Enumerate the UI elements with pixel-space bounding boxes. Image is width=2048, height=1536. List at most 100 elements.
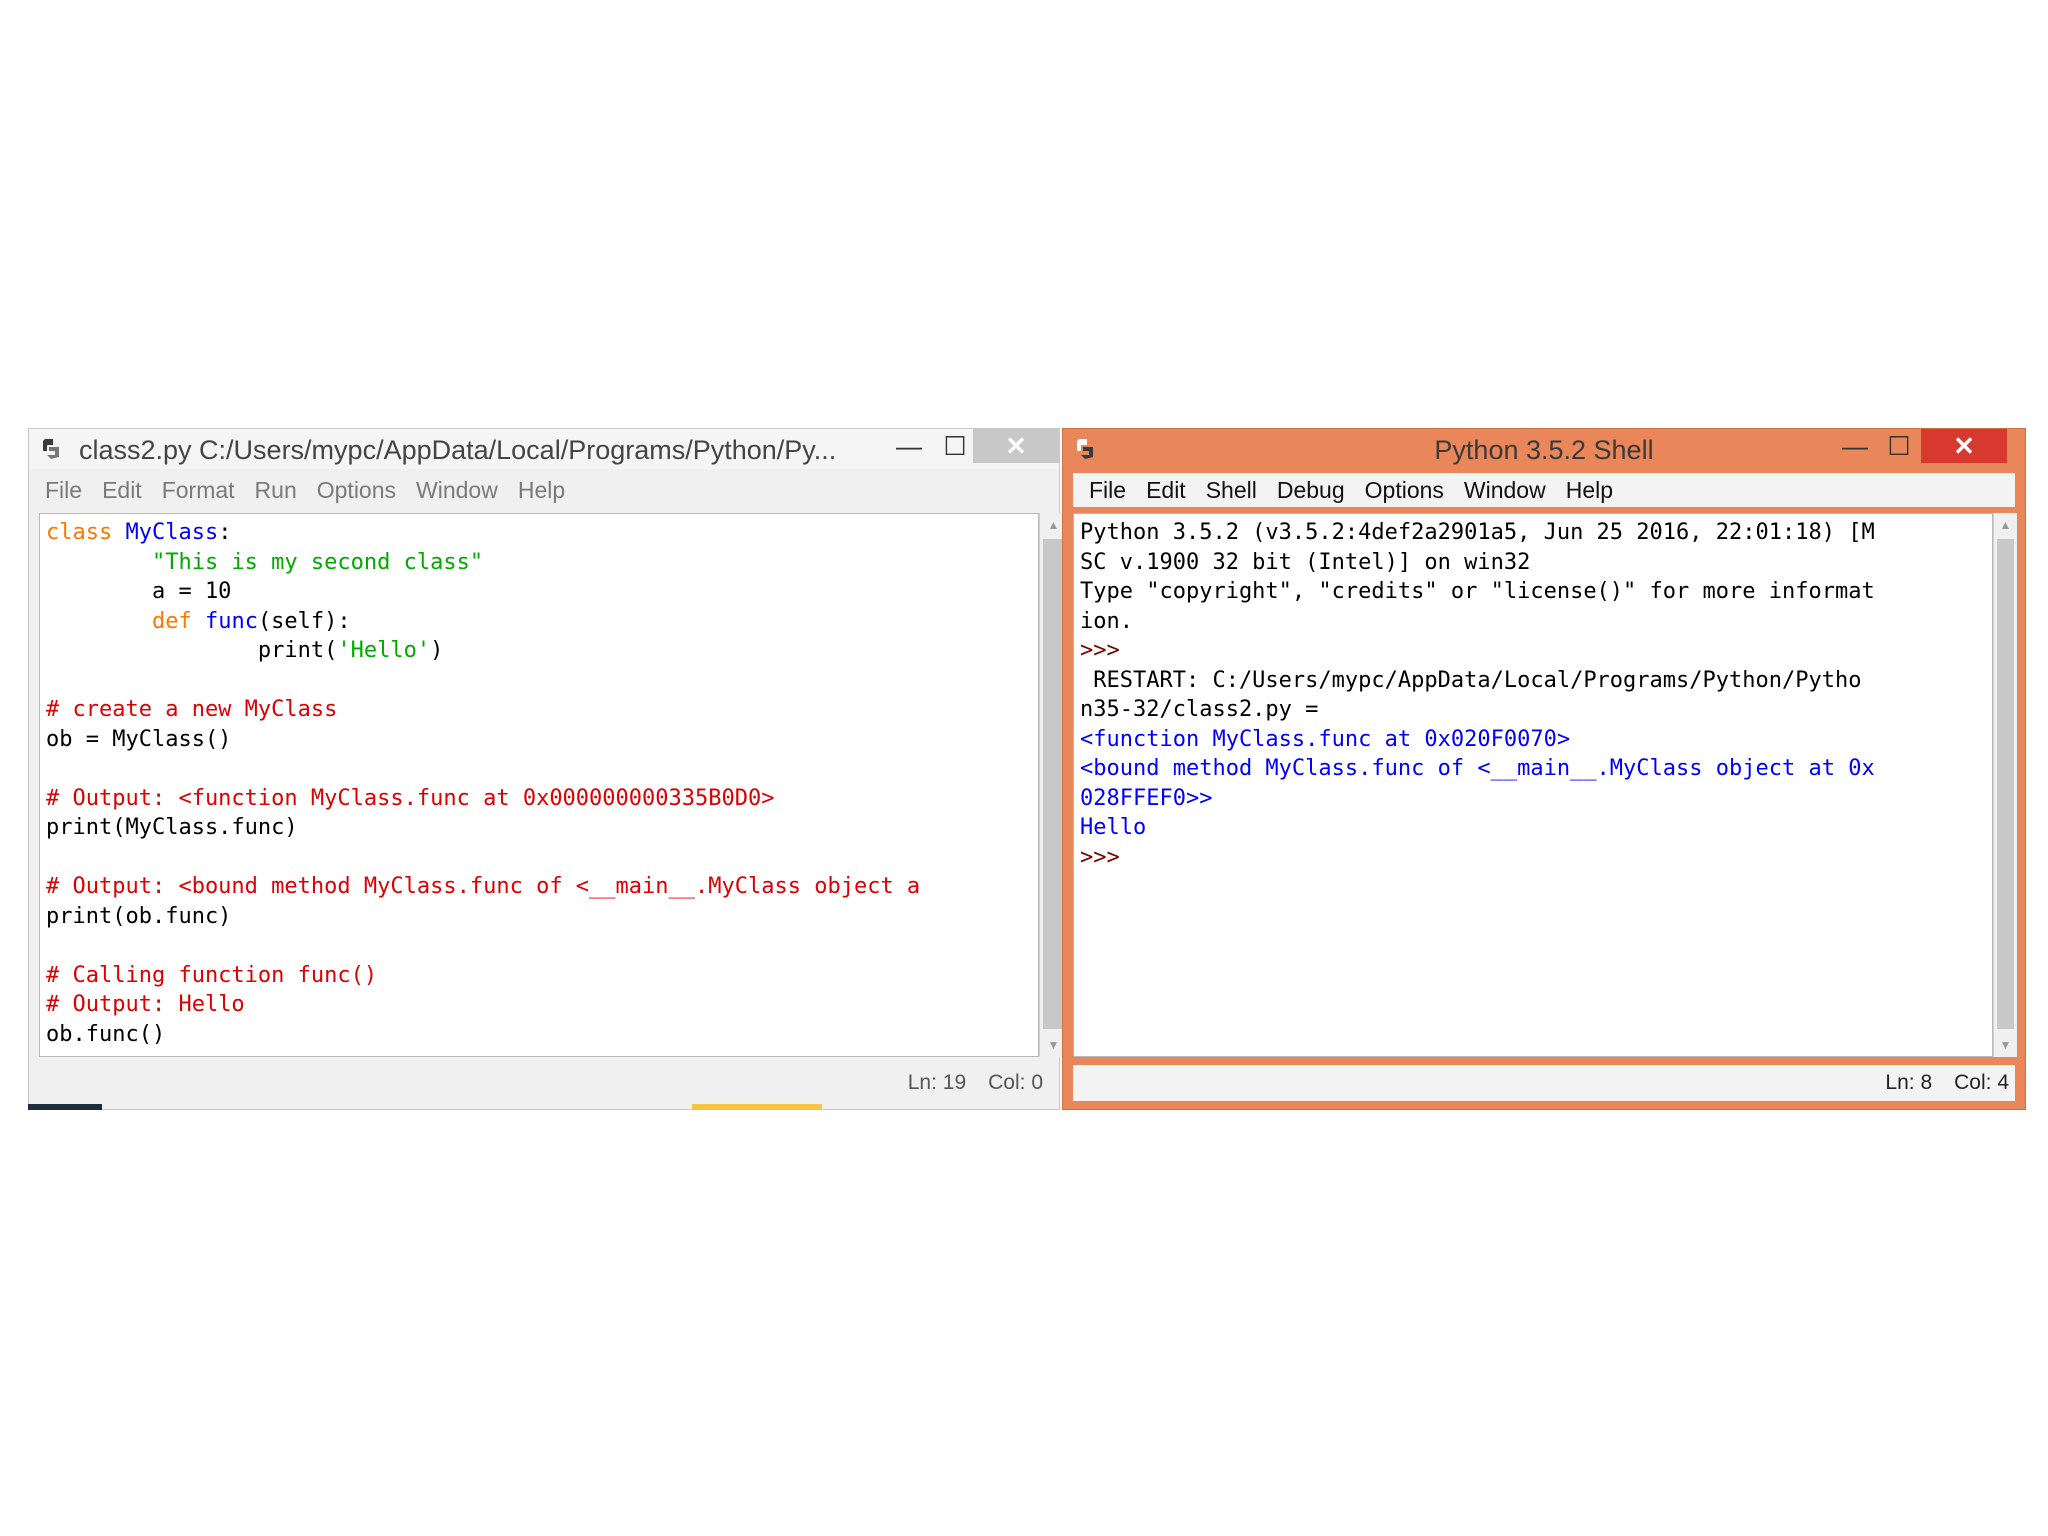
code-token: print(ob.func): [46, 903, 232, 929]
editor-menu-edit[interactable]: Edit: [102, 477, 142, 504]
editor-window[interactable]: class2.py C:/Users/mypc/AppData/Local/Pr…: [28, 428, 1067, 1110]
shell-menu-window[interactable]: Window: [1464, 477, 1546, 504]
shell-menu-file[interactable]: File: [1089, 477, 1126, 504]
code-token: # Output: <function MyClass.func at 0x00…: [46, 785, 775, 811]
code-token: ob.func(): [46, 1021, 166, 1047]
code-token: a = 10: [46, 579, 232, 604]
shell-menu-help[interactable]: Help: [1566, 477, 1613, 504]
shell-line: SC v.1900 32 bit (Intel)] on win32: [1080, 548, 1986, 578]
shell-window[interactable]: Python 3.5.2 Shell — ☐ ✕ File Edit Shell De…: [1062, 428, 2026, 1110]
code-token: 028FFEF0>>: [1080, 785, 1213, 811]
code-token: Python 3.5.2 (v3.5.2:4def2a2901a5, Jun 2…: [1080, 520, 1875, 545]
editor-statusbar: Ln: 19 Col: 0: [39, 1065, 1049, 1101]
shell-menu-shell[interactable]: Shell: [1206, 477, 1257, 504]
code-token: class: [46, 520, 126, 545]
close-button[interactable]: ✕: [1921, 429, 2007, 463]
code-token: # create a new MyClass: [46, 697, 338, 722]
code-token: def: [46, 608, 205, 634]
column-indicator: Col: 0: [988, 1071, 1043, 1094]
code-token: (self):: [257, 608, 351, 634]
code-line: # Output: Hello: [46, 990, 1032, 1020]
scroll-up-icon[interactable]: ▲: [1994, 513, 2017, 537]
shell-menu-debug[interactable]: Debug: [1277, 477, 1345, 504]
line-indicator: Ln: 19: [907, 1071, 967, 1094]
shell-line: Python 3.5.2 (v3.5.2:4def2a2901a5, Jun 2…: [1080, 518, 1986, 548]
code-line: a = 10: [46, 577, 1032, 607]
taskbar-strip: [28, 1104, 102, 1110]
shell-line: <function MyClass.func at 0x020F0070>: [1080, 725, 1986, 755]
code-token: n35-32/class2.py =: [1080, 697, 1319, 722]
editor-menu-run[interactable]: Run: [255, 477, 297, 504]
close-icon: ✕: [1005, 430, 1027, 461]
shell-output[interactable]: Python 3.5.2 (v3.5.2:4def2a2901a5, Jun 2…: [1073, 513, 1993, 1057]
code-token: # Output: Hello: [46, 992, 245, 1017]
maximize-icon: ☐: [1887, 430, 1911, 461]
code-token: func: [204, 608, 258, 634]
code-token: SC v.1900 32 bit (Intel)] on win32: [1080, 549, 1531, 575]
shell-line: n35-32/class2.py =: [1080, 695, 1986, 725]
maximize-button[interactable]: ☐: [1879, 429, 1919, 463]
code-token: >>>: [1080, 638, 1133, 663]
line-indicator: Ln: 8: [1885, 1071, 1933, 1094]
code-line: # Output: <bound method MyClass.func of …: [46, 872, 1032, 902]
shell-statusbar: Ln: 8 Col: 4: [1073, 1065, 2015, 1101]
code-token: :: [218, 520, 232, 545]
column-indicator: Col: 4: [1954, 1071, 2009, 1094]
code-line: ob = MyClass(): [46, 725, 1032, 755]
code-token: ): [430, 638, 444, 663]
code-line: # create a new MyClass: [46, 695, 1032, 725]
editor-menubar: File Edit Format Run Options Window Help: [29, 473, 1059, 507]
shell-menu-edit[interactable]: Edit: [1146, 477, 1186, 504]
code-token: <function MyClass.func at 0x020F0070>: [1080, 726, 1571, 752]
code-token: print(MyClass.func): [46, 815, 298, 840]
taskbar-strip-highlight: [692, 1104, 822, 1110]
code-token: # Calling function func(): [46, 962, 378, 988]
code-line: def func(self):: [46, 607, 1032, 637]
editor-menu-options[interactable]: Options: [317, 477, 396, 504]
minimize-button[interactable]: —: [889, 429, 929, 463]
code-line: # Output: <function MyClass.func at 0x00…: [46, 784, 1032, 814]
editor-menu-window[interactable]: Window: [416, 477, 498, 504]
maximize-icon: ☐: [943, 430, 967, 461]
scroll-thumb[interactable]: [1043, 539, 1064, 1029]
minimize-button[interactable]: —: [1835, 429, 1875, 463]
editor-title: class2.py C:/Users/mypc/AppData/Local/Pr…: [79, 435, 837, 465]
shell-line: RESTART: C:/Users/mypc/AppData/Local/Pro…: [1080, 666, 1986, 696]
code-token: 'Hello': [337, 638, 431, 663]
python-idle-icon: [43, 439, 59, 459]
code-token: print(: [46, 638, 338, 663]
code-token: >>>: [1080, 844, 1133, 870]
close-button[interactable]: ✕: [973, 429, 1059, 463]
shell-vertical-scrollbar[interactable]: ▲ ▼: [1993, 513, 2017, 1057]
maximize-button[interactable]: ☐: [935, 429, 975, 463]
code-token: Type "copyright", "credits" or "license(…: [1080, 579, 1875, 604]
scroll-thumb[interactable]: [1997, 539, 2014, 1029]
code-token: RESTART: C:/Users/mypc/AppData/Local/Pro…: [1080, 667, 1862, 693]
code-token: # Output: <bound method MyClass.func of …: [46, 874, 921, 899]
editor-menu-help[interactable]: Help: [518, 477, 565, 504]
minimize-icon: —: [1842, 430, 1868, 461]
code-token: Hello: [1080, 815, 1147, 840]
editor-menu-format[interactable]: Format: [162, 477, 235, 504]
code-token: ion.: [1080, 608, 1133, 634]
shell-line: Type "copyright", "credits" or "license(…: [1080, 577, 1986, 607]
scroll-down-icon[interactable]: ▼: [1994, 1033, 2017, 1057]
code-line: "This is my second class": [46, 548, 1032, 578]
code-line: ob.func(): [46, 1020, 1032, 1050]
editor-titlebar[interactable]: class2.py C:/Users/mypc/AppData/Local/Pr…: [29, 429, 1059, 469]
code-token: MyClass: [125, 520, 219, 545]
shell-line: <bound method MyClass.func of <__main__.…: [1080, 754, 1986, 784]
shell-line: >>>: [1080, 843, 1986, 873]
editor-menu-file[interactable]: File: [45, 477, 82, 504]
minimize-icon: —: [896, 430, 922, 461]
code-line: print(MyClass.func): [46, 813, 1032, 843]
shell-menu-options[interactable]: Options: [1365, 477, 1444, 504]
shell-line: 028FFEF0>>: [1080, 784, 1986, 814]
code-editor[interactable]: class MyClass: "This is my second class"…: [39, 513, 1039, 1057]
shell-line: Hello: [1080, 813, 1986, 843]
shell-titlebar[interactable]: Python 3.5.2 Shell — ☐ ✕: [1063, 429, 2025, 469]
